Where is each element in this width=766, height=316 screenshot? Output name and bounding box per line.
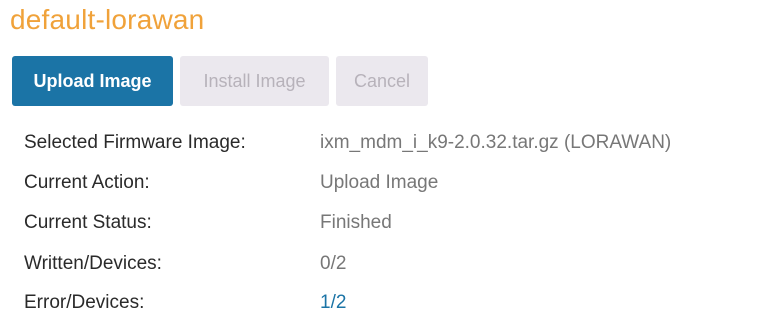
written-devices-value: 0/2 [320, 253, 347, 274]
current-action-label: Current Action: [24, 172, 150, 193]
written-devices-label: Written/Devices: [24, 253, 162, 274]
upload-image-button[interactable]: Upload Image [12, 56, 173, 106]
install-image-button[interactable]: Install Image [180, 56, 329, 106]
current-status-value: Finished [320, 212, 392, 233]
current-action-value: Upload Image [320, 172, 439, 193]
selected-firmware-label: Selected Firmware Image: [24, 132, 246, 153]
error-devices-link[interactable]: 1/2 [320, 290, 346, 316]
page-title: default-lorawan [10, 4, 205, 35]
selected-firmware-value: ixm_mdm_i_k9-2.0.32.tar.gz (LORAWAN) [320, 132, 672, 153]
cancel-button[interactable]: Cancel [336, 56, 428, 106]
error-devices-label: Error/Devices: [24, 292, 145, 313]
current-status-label: Current Status: [24, 212, 152, 233]
